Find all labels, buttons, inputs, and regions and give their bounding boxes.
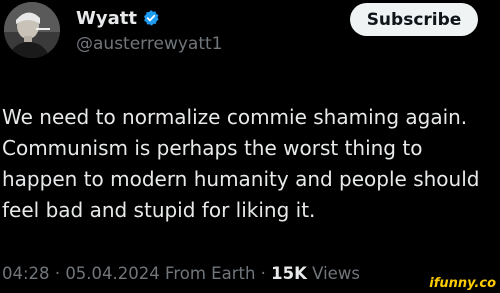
- tweet-date[interactable]: 05.04.2024: [65, 264, 159, 283]
- views-count: 15K: [271, 264, 307, 283]
- verified-badge-icon: [142, 9, 160, 27]
- tweet-line: feel bad and stupid for liking it.: [2, 198, 316, 222]
- tweet-line: We need to normalize commie shaming agai…: [2, 105, 468, 129]
- tweet-time[interactable]: 04:28: [2, 264, 50, 283]
- meta-separator: ·: [260, 264, 266, 283]
- views-label: Views: [312, 264, 360, 283]
- meta-separator: ·: [54, 264, 61, 283]
- display-name[interactable]: Wyatt: [76, 8, 137, 29]
- watermark-logo: ifunny.co: [429, 276, 496, 291]
- avatar[interactable]: [4, 2, 60, 58]
- tweet-line: Communism is perhaps the worst thing to: [2, 136, 423, 160]
- display-name-row[interactable]: Wyatt: [76, 6, 160, 30]
- tweet-meta: 04:28 · 05.04.2024 From Earth · 15K View…: [2, 264, 360, 283]
- tweet-line: happen to modern humanity and people sho…: [2, 167, 480, 191]
- user-handle[interactable]: @austerrewyatt1: [76, 34, 222, 54]
- subscribe-button[interactable]: Subscribe: [350, 3, 478, 36]
- tweet-source: From Earth: [165, 264, 256, 283]
- tweet-text: We need to normalize commie shaming agai…: [2, 102, 500, 226]
